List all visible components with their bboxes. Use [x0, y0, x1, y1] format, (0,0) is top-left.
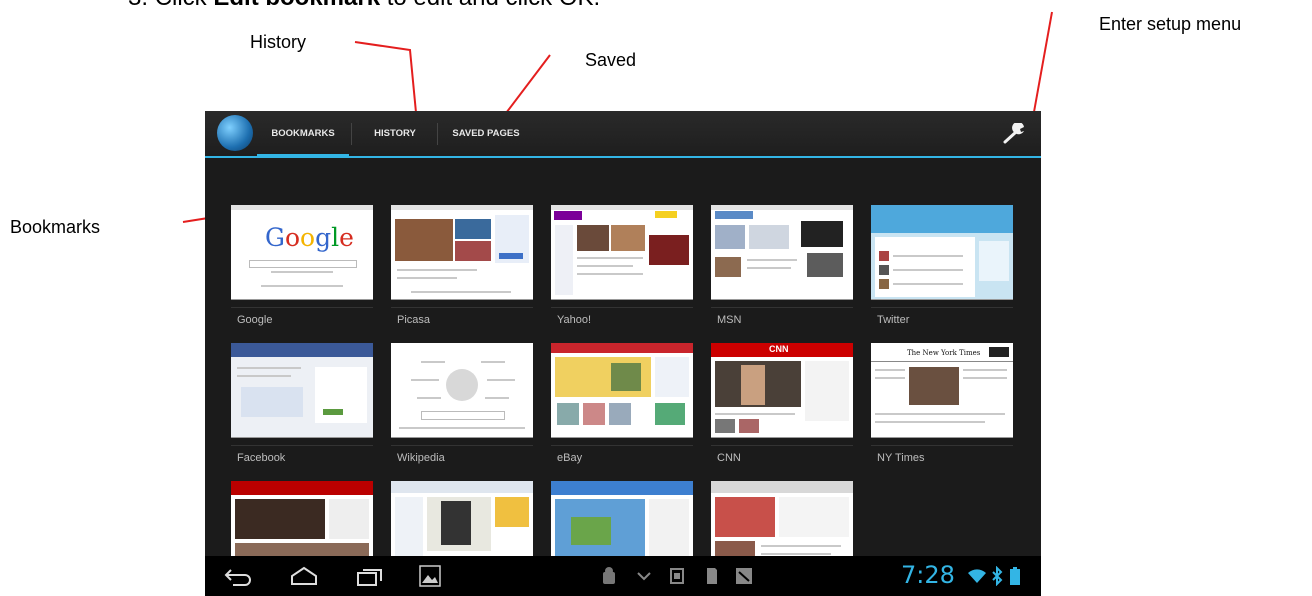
bookmark-grid: Google Google Picasa Yahoo! MSN Twitter … [225, 199, 1025, 596]
wifi-icon [968, 569, 986, 583]
sim-icon [670, 568, 684, 584]
battery-icon [1010, 567, 1020, 585]
bookmark-thumbnail [551, 343, 693, 438]
bookmark-label: NY Times [877, 452, 925, 464]
system-bar: 7:28 [205, 556, 1041, 596]
bookmark-label: MSN [717, 314, 742, 326]
back-icon[interactable] [223, 564, 253, 588]
google-logo: Google [265, 223, 354, 252]
bookmark-card[interactable]: Facebook [225, 337, 373, 467]
bookmark-thumbnail [391, 205, 533, 300]
tablet-screen: BOOKMARKS HISTORY SAVED PAGES Google Goo… [205, 111, 1041, 596]
android-debug-icon [603, 567, 615, 584]
setup-callout-line [1031, 11, 1053, 124]
bookmark-card[interactable]: MSN [705, 199, 853, 329]
bookmark-label: Twitter [877, 314, 910, 326]
bookmark-thumbnail [871, 205, 1013, 300]
tab-history[interactable]: HISTORY [357, 111, 433, 156]
bluetooth-icon [992, 566, 1003, 586]
recent-apps-icon[interactable] [355, 564, 385, 588]
bookmark-card[interactable]: The New York Times NY Times [865, 337, 1013, 467]
bookmark-thumbnail [711, 205, 853, 300]
tab-bookmarks[interactable]: BOOKMARKS [257, 111, 349, 158]
bookmark-card[interactable]: Picasa [385, 199, 533, 329]
sd-card-icon [707, 568, 717, 584]
bookmark-thumbnail [391, 343, 533, 438]
bookmark-thumbnail [551, 205, 693, 300]
bookmarks-annotation: Bookmarks [10, 217, 101, 237]
bookmark-label: eBay [557, 452, 583, 464]
nytimes-masthead: The New York Times [907, 349, 981, 357]
cnn-logo: CNN [769, 344, 789, 354]
setup-annotation: Enter setup menu [1099, 14, 1242, 34]
bookmark-thumbnail [231, 343, 373, 438]
bookmark-card[interactable]: CNN CNN [705, 337, 853, 467]
bookmark-thumbnail: The New York Times [871, 343, 1013, 438]
bookmark-label: Picasa [397, 314, 431, 326]
status-clock: 7:28 [901, 561, 955, 589]
tab-saved-pages[interactable]: SAVED PAGES [441, 111, 531, 156]
chevron-down-icon[interactable] [635, 566, 653, 586]
browser-tab-bar: BOOKMARKS HISTORY SAVED PAGES [205, 111, 1041, 158]
bookmark-card[interactable]: Yahoo! [545, 199, 693, 329]
gallery-icon[interactable] [419, 564, 441, 588]
screenshot-icon [736, 568, 752, 584]
bookmark-card[interactable]: Twitter [865, 199, 1013, 329]
bookmark-label: Wikipedia [397, 452, 445, 464]
wrench-icon[interactable] [1003, 123, 1027, 145]
tab-divider [351, 123, 352, 145]
tab-divider [437, 123, 438, 145]
bookmark-label: Google [237, 314, 273, 326]
bookmark-label: Facebook [237, 452, 286, 464]
instruction-text: 3. Click Edit bookmark to edit and click… [128, 0, 600, 12]
bookmark-label: CNN [717, 452, 741, 464]
bookmark-thumbnail: Google [231, 205, 373, 300]
home-icon[interactable] [289, 564, 319, 588]
bookmark-label: Yahoo! [557, 314, 592, 326]
bookmark-card[interactable]: eBay [545, 337, 693, 467]
bookmark-card[interactable]: Wikipedia [385, 337, 533, 467]
bookmark-card[interactable]: Google Google [225, 199, 373, 329]
instruction-emphasis: Edit bookmark [213, 0, 380, 11]
instruction-lead: Click [155, 0, 207, 11]
history-annotation: History [250, 32, 307, 52]
globe-icon[interactable] [217, 115, 253, 151]
bookmark-thumbnail: CNN [711, 343, 853, 438]
saved-annotation: Saved [585, 50, 637, 70]
instruction-tail: to edit and click OK. [387, 0, 600, 11]
step-number: 3. [128, 0, 148, 11]
